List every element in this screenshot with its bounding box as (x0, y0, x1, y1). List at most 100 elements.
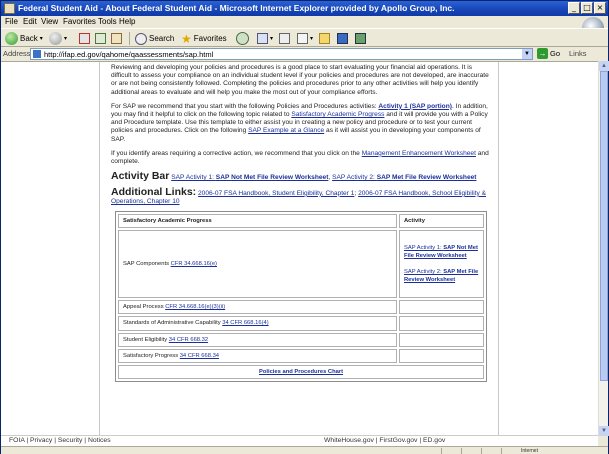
page-icon (33, 50, 41, 58)
browser-window: Federal Student Aid - About Federal Stud… (0, 0, 609, 454)
minimize-button[interactable]: _ (568, 2, 580, 14)
address-input[interactable]: http://ifap.ed.gov/qahome/qaassessments/… (30, 48, 533, 60)
vertical-scrollbar[interactable]: ▲ ▼ (598, 61, 609, 436)
menu-favorites[interactable]: Favorites (63, 17, 96, 26)
table-cell-activity: SAP Activity 1: SAP Not Met File Review … (399, 230, 484, 299)
star-icon: ★ (181, 31, 192, 46)
messenger-button[interactable] (337, 31, 348, 46)
back-label: Back (20, 34, 38, 43)
activity-bar-link-1[interactable]: SAP Activity 1: SAP Not Met File Review … (171, 174, 328, 181)
table-footer-row: Policies and Procedures Chart (118, 365, 484, 380)
footer-left-links[interactable]: FOIA | Privacy | Security | Notices (9, 437, 111, 444)
go-arrow-icon: → (537, 48, 548, 59)
edit-page-icon (297, 33, 308, 44)
menu-view[interactable]: View (41, 17, 58, 26)
status-divider (501, 448, 502, 454)
back-button[interactable]: Back ▾ (5, 31, 43, 46)
cfr-link[interactable]: CFR 34.668.16(e) (171, 261, 217, 267)
table-header-sap: Satisfactory Academic Progress (118, 214, 397, 229)
footer-right-links[interactable]: WhiteHouse.gov | FirstGov.gov | ED.gov (324, 437, 445, 444)
history-icon (236, 32, 249, 45)
policies-procedures-chart-link[interactable]: Policies and Procedures Chart (259, 369, 343, 375)
table-activity-1-prefix: SAP Activity 1: (404, 244, 444, 251)
activity-bar: Activity Bar SAP Activity 1: SAP Not Met… (111, 170, 477, 183)
folder-button[interactable] (319, 31, 330, 46)
back-arrow-icon (5, 32, 18, 45)
stop-icon (79, 33, 90, 44)
print-icon (279, 33, 290, 44)
table-row: Standards of Administrative Capability 3… (118, 316, 484, 331)
satisfactory-academic-progress-link[interactable]: Satisfactory Academic Progress (291, 111, 384, 118)
additional-link-1[interactable]: 2006-07 FSA Handbook, Student Eligibilit… (198, 190, 354, 197)
home-button[interactable] (111, 31, 122, 46)
table-header-activity: Activity (399, 214, 484, 229)
refresh-button[interactable] (95, 31, 106, 46)
page-viewport: Reviewing and developing your policies a… (1, 61, 598, 436)
cfr-link[interactable]: CFR 34.668.16(e)(3)(ii) (165, 304, 225, 310)
mail-button[interactable]: ▾ (257, 31, 273, 46)
scroll-up-icon[interactable]: ▲ (599, 61, 609, 71)
table-row: Appeal Process CFR 34.668.16(e)(3)(ii) (118, 300, 484, 315)
row-label: Standards of Administrative Capability (123, 320, 223, 327)
row-label: Student Eligibility (123, 336, 169, 343)
forward-button[interactable]: ▾ (49, 31, 67, 46)
forward-dropdown-icon[interactable]: ▾ (64, 35, 67, 42)
back-dropdown-icon[interactable]: ▾ (40, 35, 43, 42)
table-cell-activity (399, 348, 484, 364)
maximize-button[interactable]: □ (581, 2, 593, 14)
toolbar: Back ▾ ▾ Search ★ Favorites ▾ ▾ (1, 28, 608, 47)
table-cell: SAP Components CFR 34.668.16(e) (118, 230, 397, 299)
activity-bar-link-1-title: SAP Not Met File Review Worksheet (215, 174, 329, 182)
sap-text-1: For SAP we recommend that you start with… (111, 102, 379, 110)
menu-edit[interactable]: Edit (23, 17, 37, 26)
sap-example-link[interactable]: SAP Example at a Glance (248, 127, 324, 134)
row-label: Appeal Process (123, 304, 166, 311)
menu-tools[interactable]: Tools (98, 17, 117, 26)
close-button[interactable]: × (594, 2, 606, 14)
address-dropdown-icon[interactable]: ▼ (522, 49, 532, 59)
table-header-row: Satisfactory Academic Progress Activity (118, 214, 484, 229)
edit-dropdown-icon[interactable]: ▾ (310, 35, 313, 42)
corrective-text-1: If you identify areas requiring a correc… (111, 149, 362, 157)
activity-1-link[interactable]: Activity 1 (SAP portion) (378, 103, 452, 110)
go-label: Go (550, 49, 561, 58)
menu-help[interactable]: Help (119, 17, 135, 26)
mail-dropdown-icon[interactable]: ▾ (270, 35, 273, 42)
activity-bar-link-2[interactable]: SAP Activity 2: SAP Met File Review Work… (332, 174, 476, 181)
favorites-button[interactable]: ★ Favorites (181, 31, 227, 46)
activity-bar-link-2-prefix: SAP Activity 2: (332, 174, 377, 182)
sap-table: Satisfactory Academic Progress Activity … (115, 211, 487, 383)
address-label: Address (3, 49, 31, 58)
search-button[interactable]: Search (135, 31, 174, 46)
table-activity-2-link[interactable]: SAP Activity 2: SAP Met File Review Work… (404, 268, 479, 284)
research-button[interactable] (355, 31, 366, 46)
row-label: SAP Components (123, 261, 171, 268)
activity-bar-link-2-title: SAP Met File Review Worksheet (376, 174, 477, 182)
menu-bar: File Edit View Favorites Tools Help (1, 16, 608, 28)
go-button[interactable]: → Go (537, 48, 560, 59)
links-button[interactable]: Links (569, 49, 587, 58)
history-button[interactable] (236, 31, 249, 46)
table-activity-2-prefix: SAP Activity 2: (404, 269, 444, 276)
scroll-thumb[interactable] (600, 71, 608, 381)
corrective-paragraph: If you identify areas requiring a correc… (111, 150, 491, 166)
table-activity-1-link[interactable]: SAP Activity 1: SAP Not Met File Review … (404, 244, 479, 260)
print-button[interactable] (279, 31, 290, 46)
table-row: Satisfactory Progress 34 CFR 668.34 (118, 348, 484, 364)
cfr-link[interactable]: 34 CFR 668.16(4) (222, 320, 268, 326)
address-url[interactable]: http://ifap.ed.gov/qahome/qaassessments/… (44, 50, 213, 59)
ie-page-icon (4, 3, 15, 14)
toolbar-separator (129, 32, 130, 45)
cfr-link[interactable]: 34 CFR 668.32 (169, 337, 208, 343)
status-divider (461, 448, 462, 454)
scroll-down-icon[interactable]: ▼ (599, 426, 609, 436)
title-bar: Federal Student Aid - About Federal Stud… (1, 1, 608, 16)
menu-file[interactable]: File (5, 17, 18, 26)
table-cell-activity (399, 332, 484, 347)
favorites-label: Favorites (193, 34, 227, 43)
management-enhancement-link[interactable]: Management Enhancement Worksheet (362, 150, 476, 157)
cfr-link[interactable]: 34 CFR 668.34 (180, 353, 219, 359)
refresh-icon (95, 33, 106, 44)
stop-button[interactable] (79, 31, 90, 46)
edit-button[interactable]: ▾ (297, 31, 313, 46)
